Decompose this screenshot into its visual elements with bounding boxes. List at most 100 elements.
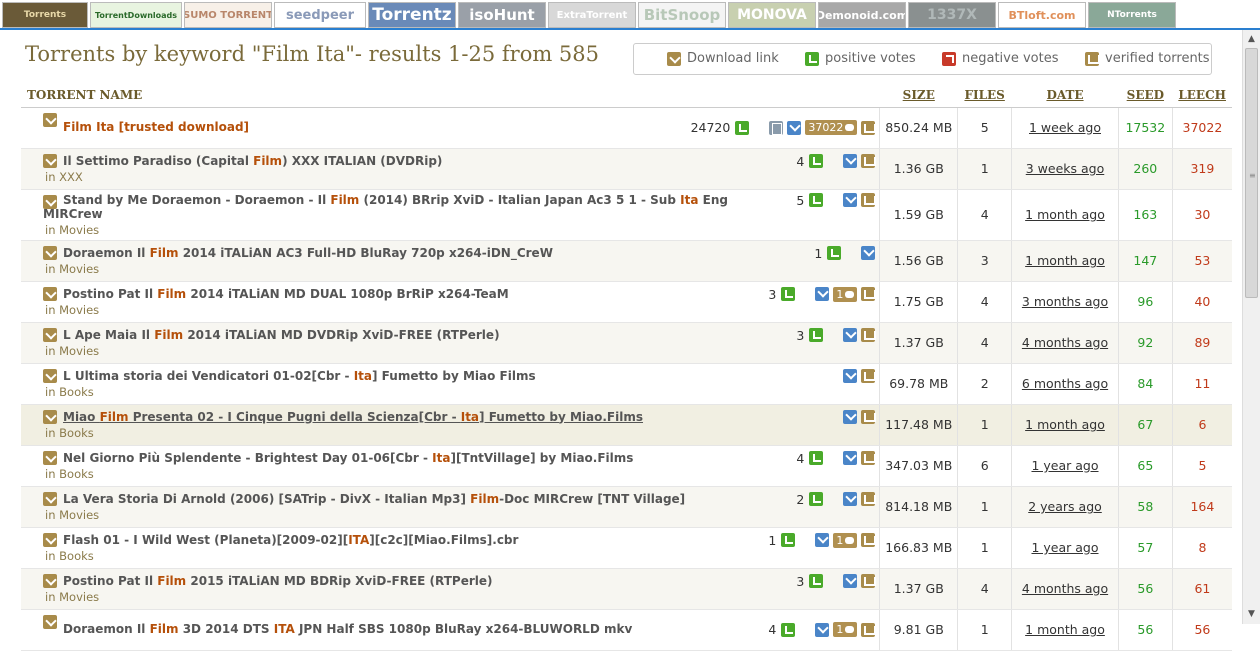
thumbs-up-icon[interactable] — [809, 154, 824, 168]
torrent-category[interactable]: in Movies — [45, 223, 875, 237]
magnet-download-icon[interactable] — [861, 246, 876, 260]
torrent-title[interactable]: Doraemon Il Film 3D 2014 DTS ITA JPN Hal… — [63, 622, 632, 636]
site-tab[interactable]: NTorrents — [1088, 2, 1176, 28]
magnet-download-icon[interactable] — [843, 492, 858, 506]
torrent-title[interactable]: Miao Film Presenta 02 - I Cinque Pugni d… — [63, 410, 643, 424]
comments-badge[interactable]: 1 — [833, 286, 858, 302]
magnet-download-icon[interactable] — [843, 368, 858, 383]
torrent-title[interactable]: Flash 01 - I Wild West (Planeta)[2009-02… — [63, 533, 518, 547]
table-row: 1 Doraemon Il Film 2014 iTALiAN AC3 Full-… — [21, 240, 1232, 282]
thumbs-up-icon[interactable] — [809, 451, 824, 465]
vote-count: 1 — [814, 245, 823, 261]
magnet-download-icon[interactable] — [843, 574, 858, 588]
torrent-title[interactable]: L Ultima storia dei Vendicatori 01-02[Cb… — [63, 369, 536, 383]
file-count: 1 — [957, 527, 1012, 569]
torrent-category[interactable]: in Movies — [45, 303, 875, 317]
magnet-download-icon[interactable] — [815, 533, 830, 547]
torrent-size: 1.59 GB — [879, 189, 958, 241]
thumbs-up-icon[interactable] — [809, 574, 824, 588]
keyword-highlight: Film — [253, 153, 283, 168]
download-icon[interactable] — [43, 614, 57, 629]
download-icon[interactable] — [43, 153, 57, 168]
scroll-down-icon[interactable]: ▼ — [1245, 608, 1258, 621]
thumbs-up-icon[interactable] — [781, 622, 796, 637]
download-icon[interactable] — [43, 409, 57, 424]
torrent-title[interactable]: L Ape Maia Il Film 2014 iTALiAN MD DVDRi… — [63, 328, 500, 342]
torrent-title[interactable]: Film Ita [trusted download] — [63, 120, 249, 134]
torrent-category[interactable]: in Books — [45, 385, 875, 399]
thumbs-up-icon[interactable] — [735, 120, 750, 135]
site-tab[interactable]: Demonoid.com — [818, 2, 906, 28]
magnet-download-icon[interactable] — [843, 328, 858, 342]
vertical-scrollbar[interactable]: ▲ ≡ ▼ — [1242, 30, 1260, 624]
header-seed[interactable]: SEED — [1118, 83, 1173, 108]
site-tab[interactable]: BitSnoop — [638, 2, 726, 28]
download-icon[interactable] — [43, 245, 57, 260]
torrent-category[interactable]: in XXX — [45, 170, 875, 184]
site-tab[interactable]: Torrents — [2, 2, 88, 28]
torrent-category[interactable]: in Books — [45, 426, 875, 440]
comments-badge[interactable]: 37022 — [805, 120, 858, 135]
thumbs-up-icon[interactable] — [809, 193, 824, 207]
torrent-category[interactable]: in Movies — [45, 508, 875, 522]
torrent-category[interactable]: in Movies — [45, 262, 875, 276]
thumbs-up-icon[interactable] — [809, 492, 824, 506]
thumbs-up-icon[interactable] — [781, 533, 796, 547]
site-tab[interactable]: BTloft.com — [998, 2, 1086, 28]
verified-icon — [861, 328, 877, 342]
magnet-download-icon[interactable] — [815, 287, 830, 301]
magnet-download-icon[interactable] — [843, 193, 858, 207]
site-tab[interactable]: 1337X — [908, 2, 996, 28]
site-tab[interactable]: TorrentDownloads — [90, 2, 182, 28]
site-tab[interactable]: isoHunt — [458, 2, 546, 28]
file-count: 4 — [957, 281, 1012, 323]
thumbs-up-icon[interactable] — [781, 287, 796, 301]
magnet-download-icon[interactable] — [787, 120, 802, 135]
magnet-download-icon[interactable] — [843, 154, 858, 168]
torrent-category[interactable]: in Movies — [45, 344, 875, 358]
torrent-title[interactable]: Postino Pat Il Film 2014 iTALiAN MD DUAL… — [63, 287, 509, 301]
torrent-title[interactable]: Doraemon Il Film 2014 iTALiAN AC3 Full-H… — [63, 246, 553, 260]
site-tab[interactable]: MONOVA — [728, 2, 816, 28]
keyword-highlight: ITA — [273, 622, 295, 636]
comments-badge[interactable]: 1 — [833, 622, 858, 637]
download-icon[interactable] — [43, 491, 57, 506]
site-tab[interactable]: SUMO TORRENT — [184, 2, 272, 28]
grip-icon: ≡ — [1249, 171, 1256, 180]
torrent-category[interactable]: in Movies — [45, 590, 875, 604]
header-date[interactable]: DATE — [1011, 83, 1119, 108]
torrent-title[interactable]: Nel Giorno Più Splendente - Brightest Da… — [63, 451, 633, 465]
download-icon[interactable] — [43, 194, 57, 209]
comments-badge[interactable]: 1 — [833, 532, 858, 548]
thumbs-up-icon[interactable] — [809, 328, 824, 342]
magnet-download-icon[interactable] — [843, 451, 858, 465]
site-tab[interactable]: Torrentz — [368, 2, 456, 28]
torrent-category[interactable]: in Books — [45, 549, 875, 563]
header-size[interactable]: SIZE — [879, 83, 958, 108]
header-leech[interactable]: LEECH — [1172, 83, 1232, 108]
torrent-title[interactable]: Postino Pat Il Film 2015 iTALiAN MD BDRi… — [63, 574, 493, 588]
torrent-title[interactable]: Il Settimo Paradiso (Capital Film) XXX I… — [63, 154, 442, 168]
keyword-highlight: Film — [154, 327, 184, 342]
download-icon[interactable] — [43, 532, 57, 547]
magnet-download-icon[interactable] — [815, 622, 830, 637]
header-files[interactable]: FILES — [957, 83, 1012, 108]
thumbs-up-icon[interactable] — [827, 246, 842, 260]
torrent-title[interactable]: La Vera Storia Di Arnold (2006) [SATrip … — [63, 492, 685, 506]
comment-bubble-icon — [845, 124, 855, 131]
scroll-thumb[interactable]: ≡ — [1245, 48, 1258, 298]
download-icon[interactable] — [43, 368, 57, 383]
torrent-title[interactable]: Stand by Me Doraemon - Doraemon - Il Fil… — [43, 193, 728, 221]
file-count: 1 — [957, 486, 1012, 528]
magnet-download-icon[interactable] — [843, 409, 858, 424]
download-icon[interactable] — [43, 286, 57, 301]
download-icon[interactable] — [43, 450, 57, 465]
scroll-up-icon[interactable]: ▲ — [1245, 33, 1258, 46]
download-icon[interactable] — [43, 112, 57, 127]
site-tab[interactable]: ExtraTorrent — [548, 2, 636, 28]
torrent-category[interactable]: in Books — [45, 467, 875, 481]
file-list-icon[interactable] — [769, 120, 784, 135]
site-tab[interactable]: seedpeer — [274, 2, 366, 28]
download-icon[interactable] — [43, 573, 57, 588]
download-icon[interactable] — [43, 327, 57, 342]
